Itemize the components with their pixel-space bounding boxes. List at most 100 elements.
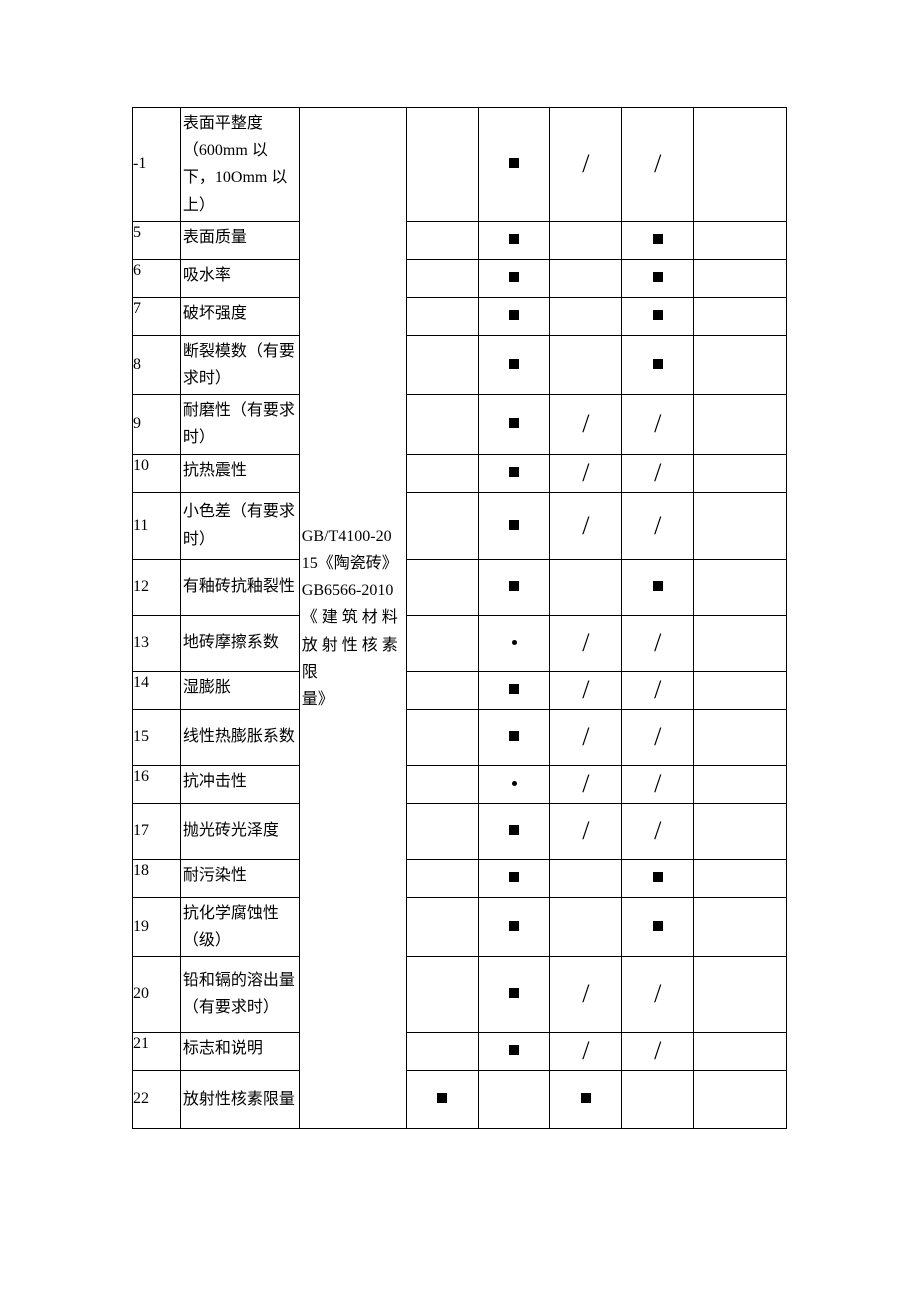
table-row: 18耐污染性	[133, 859, 787, 897]
row-name: 线性热膨胀系数	[180, 709, 299, 765]
mark-cell	[550, 259, 622, 297]
row-index: 7	[133, 297, 181, 335]
row-index: 18	[133, 859, 181, 897]
mark-cell	[406, 108, 478, 222]
row-name: 耐磨性（有要求时）	[180, 395, 299, 454]
mark-cell: /	[550, 108, 622, 222]
table-row: 5表面质量	[133, 221, 787, 259]
row-index: 5	[133, 221, 181, 259]
mark-cell: /	[550, 1032, 622, 1070]
table-row: 8断裂模数（有要求时）	[133, 335, 787, 394]
mark-cell	[478, 709, 550, 765]
mark-cell	[478, 1032, 550, 1070]
mark-cell	[550, 859, 622, 897]
row-name: 吸水率	[180, 259, 299, 297]
table-row: 16抗冲击性//	[133, 765, 787, 803]
mark-cell: /	[550, 492, 622, 559]
mark-cell	[478, 559, 550, 615]
row-name: 抗冲击性	[180, 765, 299, 803]
mark-cell	[622, 259, 694, 297]
mark-cell	[406, 765, 478, 803]
mark-cell	[478, 108, 550, 222]
mark-cell	[694, 297, 787, 335]
mark-cell	[406, 221, 478, 259]
mark-cell	[694, 259, 787, 297]
mark-cell	[406, 671, 478, 709]
mark-cell	[478, 335, 550, 394]
std-line: 放 射 性 核 素 限	[302, 637, 398, 681]
mark-cell	[406, 956, 478, 1032]
row-index: 22	[133, 1070, 181, 1128]
mark-cell	[694, 709, 787, 765]
mark-cell: /	[550, 395, 622, 454]
row-index: 20	[133, 956, 181, 1032]
mark-cell	[478, 1070, 550, 1128]
mark-cell	[406, 492, 478, 559]
row-name: 放射性核素限量	[180, 1070, 299, 1128]
mark-cell	[694, 559, 787, 615]
mark-cell	[406, 803, 478, 859]
mark-cell	[622, 859, 694, 897]
table-row: 21标志和说明//	[133, 1032, 787, 1070]
mark-cell	[550, 221, 622, 259]
row-name: 破坏强度	[180, 297, 299, 335]
mark-cell: /	[622, 956, 694, 1032]
row-index: 13	[133, 615, 181, 671]
row-name: 抗化学腐蚀性（级）	[180, 897, 299, 956]
row-index: 11	[133, 492, 181, 559]
mark-cell	[694, 803, 787, 859]
table-body: -1表面平整度（600mm 以下，10Omm 以上）GB/T4100-2015《…	[133, 108, 787, 1129]
mark-cell: /	[622, 671, 694, 709]
row-index: -1	[133, 108, 181, 222]
document-page: -1表面平整度（600mm 以下，10Omm 以上）GB/T4100-2015《…	[0, 0, 920, 1301]
mark-cell	[406, 559, 478, 615]
mark-cell: /	[622, 454, 694, 492]
mark-cell	[406, 454, 478, 492]
table-row: 19抗化学腐蚀性（级）	[133, 897, 787, 956]
mark-cell	[622, 897, 694, 956]
mark-cell: /	[622, 395, 694, 454]
mark-cell	[478, 454, 550, 492]
row-index: 12	[133, 559, 181, 615]
row-index: 17	[133, 803, 181, 859]
table-row: 7破坏强度	[133, 297, 787, 335]
row-index: 8	[133, 335, 181, 394]
mark-cell: /	[622, 765, 694, 803]
mark-cell	[550, 559, 622, 615]
row-index: 16	[133, 765, 181, 803]
mark-cell: /	[550, 671, 622, 709]
mark-cell	[478, 671, 550, 709]
inspection-table: -1表面平整度（600mm 以下，10Omm 以上）GB/T4100-2015《…	[132, 107, 787, 1129]
mark-cell	[694, 108, 787, 222]
mark-cell	[694, 221, 787, 259]
table-row: 11小色差（有要求时）//	[133, 492, 787, 559]
mark-cell	[694, 956, 787, 1032]
mark-cell	[478, 395, 550, 454]
row-index: 15	[133, 709, 181, 765]
mark-cell	[478, 297, 550, 335]
mark-cell	[622, 559, 694, 615]
mark-cell: /	[622, 108, 694, 222]
row-name: 有釉砖抗釉裂性	[180, 559, 299, 615]
row-name: 耐污染性	[180, 859, 299, 897]
mark-cell	[622, 221, 694, 259]
mark-cell	[622, 297, 694, 335]
mark-cell	[478, 956, 550, 1032]
mark-cell	[622, 335, 694, 394]
mark-cell	[406, 1032, 478, 1070]
table-row: 10抗热震性//	[133, 454, 787, 492]
table-row: 6吸水率	[133, 259, 787, 297]
std-line: GB/T4100-20	[302, 528, 392, 545]
row-index: 9	[133, 395, 181, 454]
mark-cell	[478, 859, 550, 897]
mark-cell	[694, 492, 787, 559]
mark-cell	[406, 897, 478, 956]
mark-cell	[406, 615, 478, 671]
mark-cell	[694, 897, 787, 956]
mark-cell: /	[622, 709, 694, 765]
table-row: 17抛光砖光泽度//	[133, 803, 787, 859]
row-name: 湿膨胀	[180, 671, 299, 709]
std-line: GB6566-2010	[302, 582, 394, 599]
row-name: 断裂模数（有要求时）	[180, 335, 299, 394]
mark-cell	[478, 492, 550, 559]
